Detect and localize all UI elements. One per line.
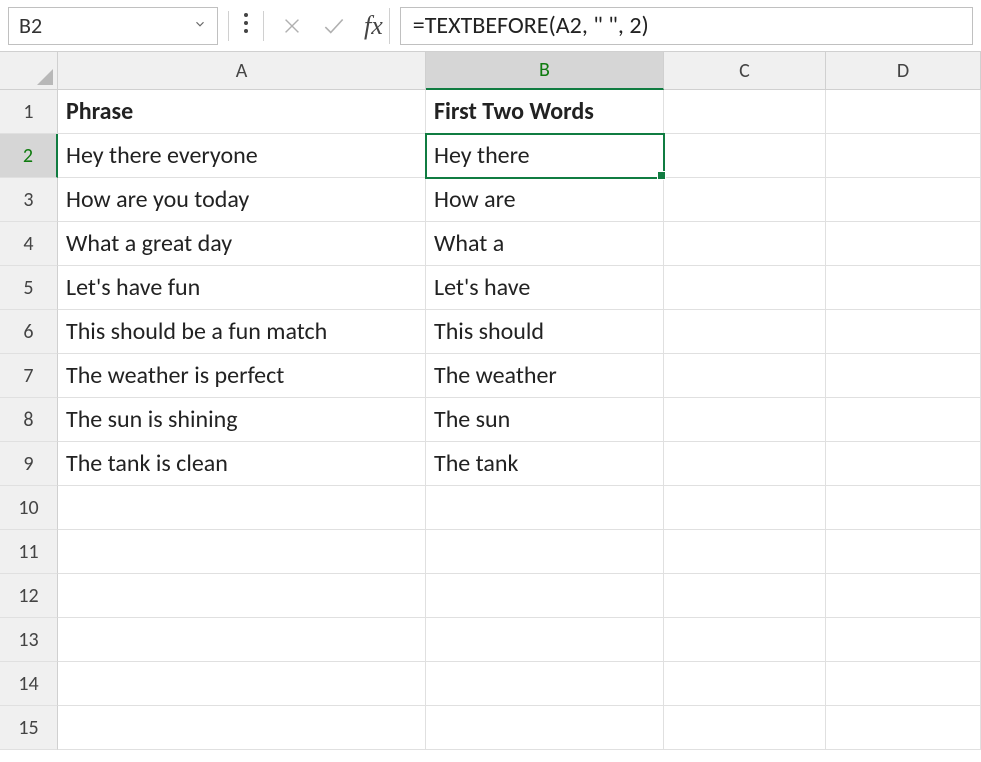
cell-B13[interactable] [426, 618, 664, 662]
cell-D2[interactable] [826, 134, 981, 178]
cancel-icon[interactable] [274, 8, 310, 44]
cell-A11[interactable] [58, 530, 426, 574]
row-header[interactable]: 6 [0, 310, 58, 354]
cell-B12[interactable] [426, 574, 664, 618]
name-box[interactable]: B2 [8, 7, 218, 45]
cell-A8[interactable]: The sun is shining [58, 398, 426, 442]
cell-C3[interactable] [664, 178, 826, 222]
cell-C8[interactable] [664, 398, 826, 442]
cell-D12[interactable] [826, 574, 981, 618]
column-header-B[interactable]: B [426, 52, 664, 90]
cell-C13[interactable] [664, 618, 826, 662]
row-header[interactable]: 1 [0, 90, 58, 134]
select-all-corner[interactable] [0, 52, 58, 90]
row-header[interactable]: 2 [0, 134, 58, 178]
cell-C7[interactable] [664, 354, 826, 398]
spreadsheet-grid: A B C D 1 Phrase First Two Words 2 Hey t… [0, 52, 981, 762]
column-header-C[interactable]: C [664, 52, 826, 90]
cell-D13[interactable] [826, 618, 981, 662]
cell-A2[interactable]: Hey there everyone [58, 134, 426, 178]
row-header[interactable]: 13 [0, 618, 58, 662]
column-header-D[interactable]: D [826, 52, 981, 90]
cell-C14[interactable] [664, 662, 826, 706]
cell-C5[interactable] [664, 266, 826, 310]
cell-D15[interactable] [826, 706, 981, 750]
cell-A1[interactable]: Phrase [58, 90, 426, 134]
cell-A6[interactable]: This should be a fun match [58, 310, 426, 354]
cell-D8[interactable] [826, 398, 981, 442]
cell-A9[interactable]: The tank is clean [58, 442, 426, 486]
cell-B11[interactable] [426, 530, 664, 574]
cell-C11[interactable] [664, 530, 826, 574]
cell-D9[interactable] [826, 442, 981, 486]
row-header[interactable]: 10 [0, 486, 58, 530]
cell-D6[interactable] [826, 310, 981, 354]
chevron-down-icon[interactable] [193, 17, 207, 35]
row-header[interactable]: 9 [0, 442, 58, 486]
cell-D5[interactable] [826, 266, 981, 310]
column-header-A[interactable]: A [58, 52, 426, 90]
cell-A13[interactable] [58, 618, 426, 662]
name-box-value: B2 [19, 12, 42, 39]
cell-A15[interactable] [58, 706, 426, 750]
cell-D1[interactable] [826, 90, 981, 134]
more-icon[interactable] [239, 11, 253, 41]
cell-A7[interactable]: The weather is perfect [58, 354, 426, 398]
cell-D4[interactable] [826, 222, 981, 266]
cell-B2[interactable]: Hey there [426, 134, 664, 178]
enter-icon[interactable] [316, 8, 352, 44]
cell-D7[interactable] [826, 354, 981, 398]
cell-C4[interactable] [664, 222, 826, 266]
cell-B1[interactable]: First Two Words [426, 90, 664, 134]
cell-B15[interactable] [426, 706, 664, 750]
row-header[interactable]: 14 [0, 662, 58, 706]
cell-A10[interactable] [58, 486, 426, 530]
cell-B6[interactable]: This should [426, 310, 664, 354]
cell-C12[interactable] [664, 574, 826, 618]
cell-B3[interactable]: How are [426, 178, 664, 222]
cell-C9[interactable] [664, 442, 826, 486]
cell-C1[interactable] [664, 90, 826, 134]
row-header[interactable]: 11 [0, 530, 58, 574]
cell-D11[interactable] [826, 530, 981, 574]
cell-B5[interactable]: Let's have [426, 266, 664, 310]
cell-B10[interactable] [426, 486, 664, 530]
cell-D3[interactable] [826, 178, 981, 222]
cell-B14[interactable] [426, 662, 664, 706]
cell-C6[interactable] [664, 310, 826, 354]
separator [263, 11, 264, 41]
row-header[interactable]: 3 [0, 178, 58, 222]
cell-B8[interactable]: The sun [426, 398, 664, 442]
cell-A14[interactable] [58, 662, 426, 706]
fx-icon[interactable]: fx [358, 8, 390, 44]
cell-A5[interactable]: Let's have fun [58, 266, 426, 310]
cell-B7[interactable]: The weather [426, 354, 664, 398]
cell-C10[interactable] [664, 486, 826, 530]
row-header[interactable]: 5 [0, 266, 58, 310]
row-header[interactable]: 12 [0, 574, 58, 618]
cell-B4[interactable]: What a [426, 222, 664, 266]
row-header[interactable]: 15 [0, 706, 58, 750]
cell-B9[interactable]: The tank [426, 442, 664, 486]
cell-C2[interactable] [664, 134, 826, 178]
separator [228, 11, 229, 41]
row-header[interactable]: 8 [0, 398, 58, 442]
cell-A4[interactable]: What a great day [58, 222, 426, 266]
cell-A12[interactable] [58, 574, 426, 618]
row-header[interactable]: 7 [0, 354, 58, 398]
cell-D10[interactable] [826, 486, 981, 530]
cell-C15[interactable] [664, 706, 826, 750]
formula-bar: B2 fx [0, 0, 981, 52]
formula-input[interactable] [400, 7, 973, 45]
cell-A3[interactable]: How are you today [58, 178, 426, 222]
cell-D14[interactable] [826, 662, 981, 706]
row-header[interactable]: 4 [0, 222, 58, 266]
